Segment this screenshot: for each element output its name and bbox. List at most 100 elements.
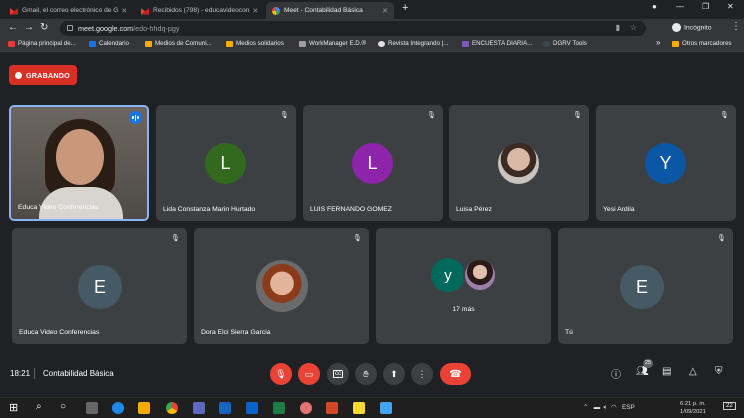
url-path: /edo-hhdq-pgy <box>133 24 180 33</box>
mic-toggle-button[interactable]: 🎙︎ <box>270 363 292 385</box>
recording-badge[interactable]: GRABANDO <box>9 65 77 85</box>
info-icon[interactable]: ⓘ <box>611 366 621 381</box>
chat-icon[interactable]: ▤ <box>662 366 671 377</box>
incognito-indicator[interactable]: Incógnito <box>672 23 712 32</box>
star-icon[interactable]: ☆ <box>630 23 637 32</box>
captions-button[interactable]: cc <box>327 363 349 385</box>
host-controls-icon[interactable]: ⛨ <box>715 366 723 377</box>
mic-off-icon: 🎙︎ <box>353 235 362 242</box>
bookmark-item[interactable]: Revista Integrando |... <box>378 40 448 47</box>
avatar: Y <box>645 143 686 184</box>
bookmark-icon <box>299 40 306 47</box>
activities-icon[interactable]: △ <box>689 366 697 377</box>
hang-up-icon: ☎︎ <box>449 368 462 380</box>
forward-icon[interactable]: → <box>24 22 34 34</box>
search-icon[interactable]: ⌕ <box>36 401 42 412</box>
excel-icon[interactable] <box>273 402 285 414</box>
avatar-photo <box>498 143 539 184</box>
gmail-icon <box>10 8 18 15</box>
close-window-icon[interactable]: ✕ <box>727 2 734 11</box>
folder-icon <box>226 40 233 47</box>
menu-icon[interactable]: ⋮ <box>731 21 741 33</box>
bookmark-item[interactable]: Calendario <box>89 40 129 47</box>
present-icon: ⬆ <box>390 368 398 379</box>
url-text[interactable]: meet.google.com/edo-hhdq-pgy <box>78 24 180 33</box>
avatar-photo <box>463 258 497 292</box>
word-icon[interactable] <box>219 402 231 414</box>
participant-tile[interactable]: 🎙︎ Dora Elci Sierra Garcia <box>194 228 369 344</box>
participant-tile[interactable]: 🎙︎ L Lida Constanza Marin Hurtado <box>156 105 296 221</box>
participant-tile-video[interactable]: Educa Video Conferencias <box>9 105 149 221</box>
participant-tile[interactable]: 🎙︎ Luisa Pérez <box>449 105 589 221</box>
tab-title: Gmail, el correo electrónico de G <box>22 7 119 14</box>
bookmark-item[interactable]: Medios solidarios <box>226 40 284 47</box>
browser-toolbar: ← → ↻ meet.google.com/edo-hhdq-pgy ▮ ☆ I… <box>0 19 744 38</box>
bookmark-item[interactable]: WorkManager E.D.® <box>299 40 366 47</box>
browser-tab-active[interactable]: Meet - Contabilidad Básica ✕ <box>266 2 394 19</box>
participant-tile[interactable]: 🎙︎ L LUIS FERNANDO GOMEZ <box>303 105 443 221</box>
participant-tile[interactable]: 🎙︎ Y Yesi Ardila <box>596 105 736 221</box>
system-tray[interactable]: ⌃ ▬ 🔈︎ ◠ ESP <box>583 403 635 412</box>
app-icon[interactable] <box>300 402 312 414</box>
other-bookmarks[interactable]: Otros marcadores <box>672 40 732 47</box>
raise-hand-button[interactable]: ✋︎ <box>355 363 377 385</box>
wifi-icon[interactable]: ◠ <box>611 404 617 411</box>
close-icon[interactable]: ✕ <box>379 7 388 15</box>
tab-search-icon[interactable]: ● <box>652 2 657 11</box>
participant-tile-self[interactable]: 🎙︎ E Tú <box>558 228 733 344</box>
minimize-icon[interactable]: — <box>676 2 684 11</box>
captions-icon: cc <box>333 370 343 378</box>
leave-call-button[interactable]: ☎︎ <box>440 363 471 385</box>
more-options-button[interactable]: ⋮ <box>411 363 433 385</box>
task-view-icon[interactable]: ○ <box>60 401 66 412</box>
close-icon[interactable]: ✕ <box>249 7 258 15</box>
sticky-notes-icon[interactable] <box>353 402 365 414</box>
browser-tab[interactable]: Gmail, el correo electrónico de G ✕ <box>4 2 132 19</box>
others-tile[interactable]: y 17 más <box>376 228 551 344</box>
app-icon[interactable] <box>380 402 392 414</box>
incognito-icon <box>672 23 681 32</box>
url-host: meet.google.com <box>78 24 134 33</box>
powerpoint-icon[interactable] <box>326 402 338 414</box>
record-icon <box>15 71 22 79</box>
camera-toggle-button[interactable]: ▭ <box>298 363 320 385</box>
bookmark-icon <box>543 40 550 47</box>
teams-icon[interactable] <box>193 402 205 414</box>
browser-tab[interactable]: Recibidos (798) - educavideocon ✕ <box>135 2 263 19</box>
edge-icon[interactable] <box>112 402 124 414</box>
bookmark-item[interactable]: DGRV Tools <box>543 40 587 47</box>
restore-icon[interactable]: ❐ <box>702 2 709 11</box>
network-icon[interactable]: ▬ <box>594 404 600 411</box>
file-manager-icon[interactable] <box>86 402 98 414</box>
folder-icon <box>145 40 152 47</box>
outlook-icon[interactable] <box>246 402 258 414</box>
avatar: E <box>620 265 664 309</box>
chrome-icon[interactable] <box>166 402 178 414</box>
camera-off-icon: ▭ <box>304 368 314 379</box>
reload-icon[interactable]: ↻ <box>40 22 48 34</box>
close-icon[interactable]: ✕ <box>118 7 127 15</box>
mic-off-icon: 🎙︎ <box>275 368 287 379</box>
explorer-icon[interactable] <box>138 402 150 414</box>
notifications-badge[interactable]: 22 <box>723 402 736 410</box>
windows-start-icon[interactable]: ⊞ <box>9 401 18 414</box>
bookmark-item[interactable]: ENCUESTA DIARIA... <box>462 40 532 47</box>
bookmark-item[interactable]: Página principal de... <box>8 40 76 47</box>
address-bar[interactable]: meet.google.com/edo-hhdq-pgy ▮ ☆ <box>60 21 646 36</box>
language-indicator[interactable]: ESP <box>622 404 635 411</box>
taskbar-clock[interactable]: 6:21 p. m. 1/09/2021 <box>680 400 706 416</box>
new-tab-button[interactable]: + <box>402 2 408 14</box>
participant-name: Educa Video Conferencias <box>18 204 99 211</box>
mic-off-icon: 🎙︎ <box>720 112 729 119</box>
volume-icon[interactable]: 🔈︎ <box>604 404 608 411</box>
back-icon[interactable]: ← <box>8 22 18 34</box>
present-button[interactable]: ⬆ <box>383 363 405 385</box>
bookmark-item[interactable]: Medios de Comuni... <box>145 40 212 47</box>
avatar-initial: L <box>220 153 231 173</box>
participant-name: LUIS FERNANDO GOMEZ <box>310 206 392 213</box>
bookmark-icon <box>8 40 15 47</box>
chevron-up-icon[interactable]: ⌃ <box>583 404 588 411</box>
more-bookmarks-button[interactable]: » <box>656 38 660 47</box>
participant-tile[interactable]: 🎙︎ E Educa Video Conferencias <box>12 228 187 344</box>
camera-icon[interactable]: ▮ <box>616 23 620 32</box>
